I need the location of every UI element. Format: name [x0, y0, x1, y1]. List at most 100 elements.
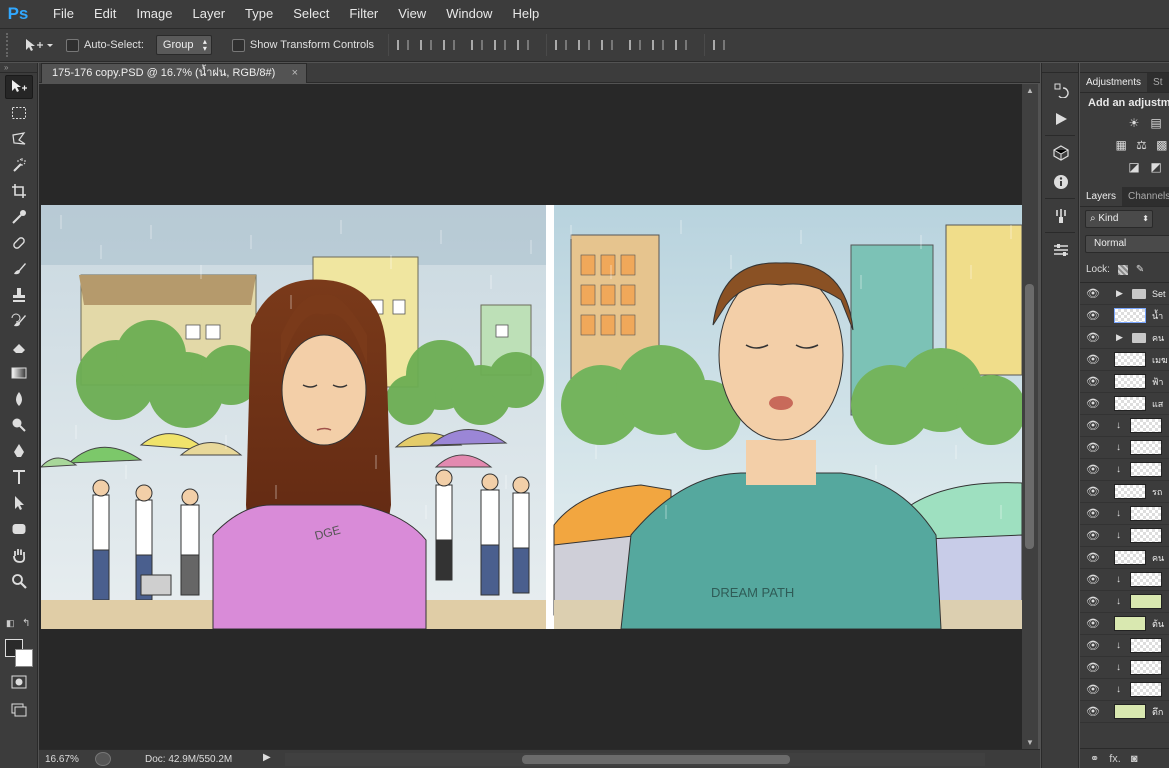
status-menu-arrow-icon[interactable]: ▶ — [263, 752, 275, 766]
lasso-tool-icon[interactable] — [5, 127, 33, 151]
layer-row[interactable]: 👁 ↓ — [1080, 459, 1169, 481]
eraser-tool-icon[interactable] — [5, 335, 33, 359]
tab-channels[interactable]: Channels — [1122, 187, 1169, 206]
clone-stamp-tool-icon[interactable] — [5, 283, 33, 307]
align-left-icon[interactable] — [468, 36, 486, 54]
visibility-eye-icon[interactable]: 👁 — [1086, 309, 1104, 322]
3d-icon[interactable] — [1047, 141, 1075, 165]
layer-row[interactable]: 👁 ตึก — [1080, 701, 1169, 723]
layer-row[interactable]: 👁 น้ำ — [1080, 305, 1169, 327]
menu-type[interactable]: Type — [235, 0, 283, 28]
shape-tool-icon[interactable] — [5, 517, 33, 541]
document-tab[interactable]: 175-176 copy.PSD @ 16.7% (น้ำฝน, RGB/8#)… — [41, 63, 307, 83]
layer-filter-kind[interactable]: ⌕ Kind ⬍ — [1085, 210, 1153, 228]
visibility-eye-icon[interactable]: 👁 — [1086, 507, 1104, 520]
scroll-down-icon[interactable]: ▼ — [1026, 738, 1034, 747]
layer-row[interactable]: 👁 ↓ — [1080, 635, 1169, 657]
tab-styles[interactable]: St — [1147, 73, 1168, 92]
levels-icon[interactable]: ▤ — [1148, 115, 1164, 131]
visibility-eye-icon[interactable]: 👁 — [1086, 705, 1104, 718]
add-mask-icon[interactable]: ◙ — [1131, 753, 1138, 765]
align-right-icon[interactable] — [514, 36, 532, 54]
vertical-scrollbar[interactable]: ▲ ▼ — [1022, 84, 1038, 749]
invert-icon[interactable]: ◪ — [1126, 159, 1142, 175]
zoom-level-field[interactable]: 16.67% — [39, 754, 89, 765]
visibility-eye-icon[interactable]: 👁 — [1086, 463, 1104, 476]
distribute-right-icon[interactable] — [672, 36, 690, 54]
layer-row[interactable]: 👁 ↓ — [1080, 525, 1169, 547]
expand-arrow-icon[interactable]: ▶ — [1116, 288, 1126, 299]
panel-header[interactable] — [1080, 63, 1169, 73]
layer-row[interactable]: 👁 ▶ Set — [1080, 283, 1169, 305]
visibility-eye-icon[interactable]: 👁 — [1086, 331, 1104, 344]
layer-row[interactable]: 👁 ↓ — [1080, 503, 1169, 525]
history-icon[interactable] — [1047, 78, 1075, 102]
layer-row[interactable]: 👁 ฟ้า — [1080, 371, 1169, 393]
align-bottom-icon[interactable] — [440, 36, 458, 54]
pen-tool-icon[interactable] — [5, 439, 33, 463]
canvas-area[interactable]: DGE DREAM PATH — [39, 84, 1022, 749]
expand-arrow-icon[interactable]: ▶ — [1116, 332, 1126, 343]
tab-adjustments[interactable]: Adjustments — [1080, 73, 1148, 92]
info-icon[interactable] — [1047, 170, 1075, 194]
move-tool-icon[interactable] — [5, 75, 33, 99]
background-color-swatch[interactable] — [15, 649, 33, 667]
magic-wand-tool-icon[interactable] — [5, 153, 33, 177]
black-white-icon[interactable]: ▩ — [1155, 137, 1169, 153]
visibility-eye-icon[interactable]: 👁 — [1086, 375, 1104, 388]
path-selection-tool-icon[interactable] — [5, 491, 33, 515]
visibility-eye-icon[interactable]: 👁 — [1086, 353, 1104, 366]
vibrance-icon[interactable]: ▦ — [1114, 137, 1128, 153]
visibility-eye-icon[interactable]: 👁 — [1086, 551, 1104, 564]
distribute-left-icon[interactable] — [626, 36, 644, 54]
screen-mode-icon[interactable] — [5, 698, 33, 722]
gradient-tool-icon[interactable] — [5, 361, 33, 385]
fx-icon[interactable]: fx. — [1109, 753, 1121, 765]
brush-presets-icon[interactable] — [1047, 204, 1075, 228]
layer-row[interactable]: 👁 รถ — [1080, 481, 1169, 503]
tab-layers[interactable]: Layers — [1080, 187, 1123, 206]
visibility-eye-icon[interactable]: 👁 — [1086, 287, 1104, 300]
dodge-tool-icon[interactable] — [5, 413, 33, 437]
quick-mask-icon[interactable] — [5, 670, 33, 694]
menu-filter[interactable]: Filter — [339, 0, 388, 28]
move-tool-preset-picker[interactable] — [20, 34, 56, 56]
options-bar-grip[interactable] — [6, 33, 12, 57]
blend-mode-dropdown[interactable]: Normal — [1085, 235, 1169, 253]
menu-help[interactable]: Help — [502, 0, 549, 28]
layer-row[interactable]: 👁 ↓ — [1080, 657, 1169, 679]
layer-row[interactable]: 👁 ↓ — [1080, 415, 1169, 437]
visibility-eye-icon[interactable]: 👁 — [1086, 529, 1104, 542]
tools-panel-header[interactable]: » — [0, 63, 37, 73]
hand-tool-icon[interactable] — [5, 543, 33, 567]
document-info-icon[interactable] — [95, 752, 111, 766]
distribute-hcenter-icon[interactable] — [649, 36, 667, 54]
distribute-top-icon[interactable] — [552, 36, 570, 54]
layer-row[interactable]: 👁 ↓ — [1080, 569, 1169, 591]
scroll-up-icon[interactable]: ▲ — [1026, 86, 1034, 95]
actions-icon[interactable] — [1047, 107, 1075, 131]
color-balance-icon[interactable]: ⚖ — [1134, 137, 1148, 153]
vertical-scroll-thumb[interactable] — [1025, 284, 1034, 549]
align-vcenter-icon[interactable] — [417, 36, 435, 54]
align-top-icon[interactable] — [394, 36, 412, 54]
layer-row[interactable]: 👁 ↓ — [1080, 437, 1169, 459]
gradient-map-icon[interactable]: ◩ — [1148, 159, 1164, 175]
type-tool-icon[interactable] — [5, 465, 33, 489]
menu-edit[interactable]: Edit — [84, 0, 126, 28]
auto-select-dropdown[interactable]: Group ▴ ▾ — [155, 35, 212, 55]
distribute-bottom-icon[interactable] — [598, 36, 616, 54]
visibility-eye-icon[interactable]: 👁 — [1086, 617, 1104, 630]
menu-file[interactable]: File — [43, 0, 84, 28]
menu-select[interactable]: Select — [283, 0, 339, 28]
auto-select-checkbox[interactable] — [66, 38, 79, 52]
visibility-eye-icon[interactable]: 👁 — [1086, 661, 1104, 674]
lock-transparency-icon[interactable] — [1117, 264, 1128, 275]
visibility-eye-icon[interactable]: 👁 — [1086, 441, 1104, 454]
history-brush-tool-icon[interactable] — [5, 309, 33, 333]
zoom-tool-icon[interactable] — [5, 569, 33, 593]
menu-layer[interactable]: Layer — [183, 0, 236, 28]
lock-image-icon[interactable]: ✎ — [1136, 264, 1144, 275]
marquee-tool-icon[interactable] — [5, 101, 33, 125]
layer-row[interactable]: 👁 ต้น — [1080, 613, 1169, 635]
